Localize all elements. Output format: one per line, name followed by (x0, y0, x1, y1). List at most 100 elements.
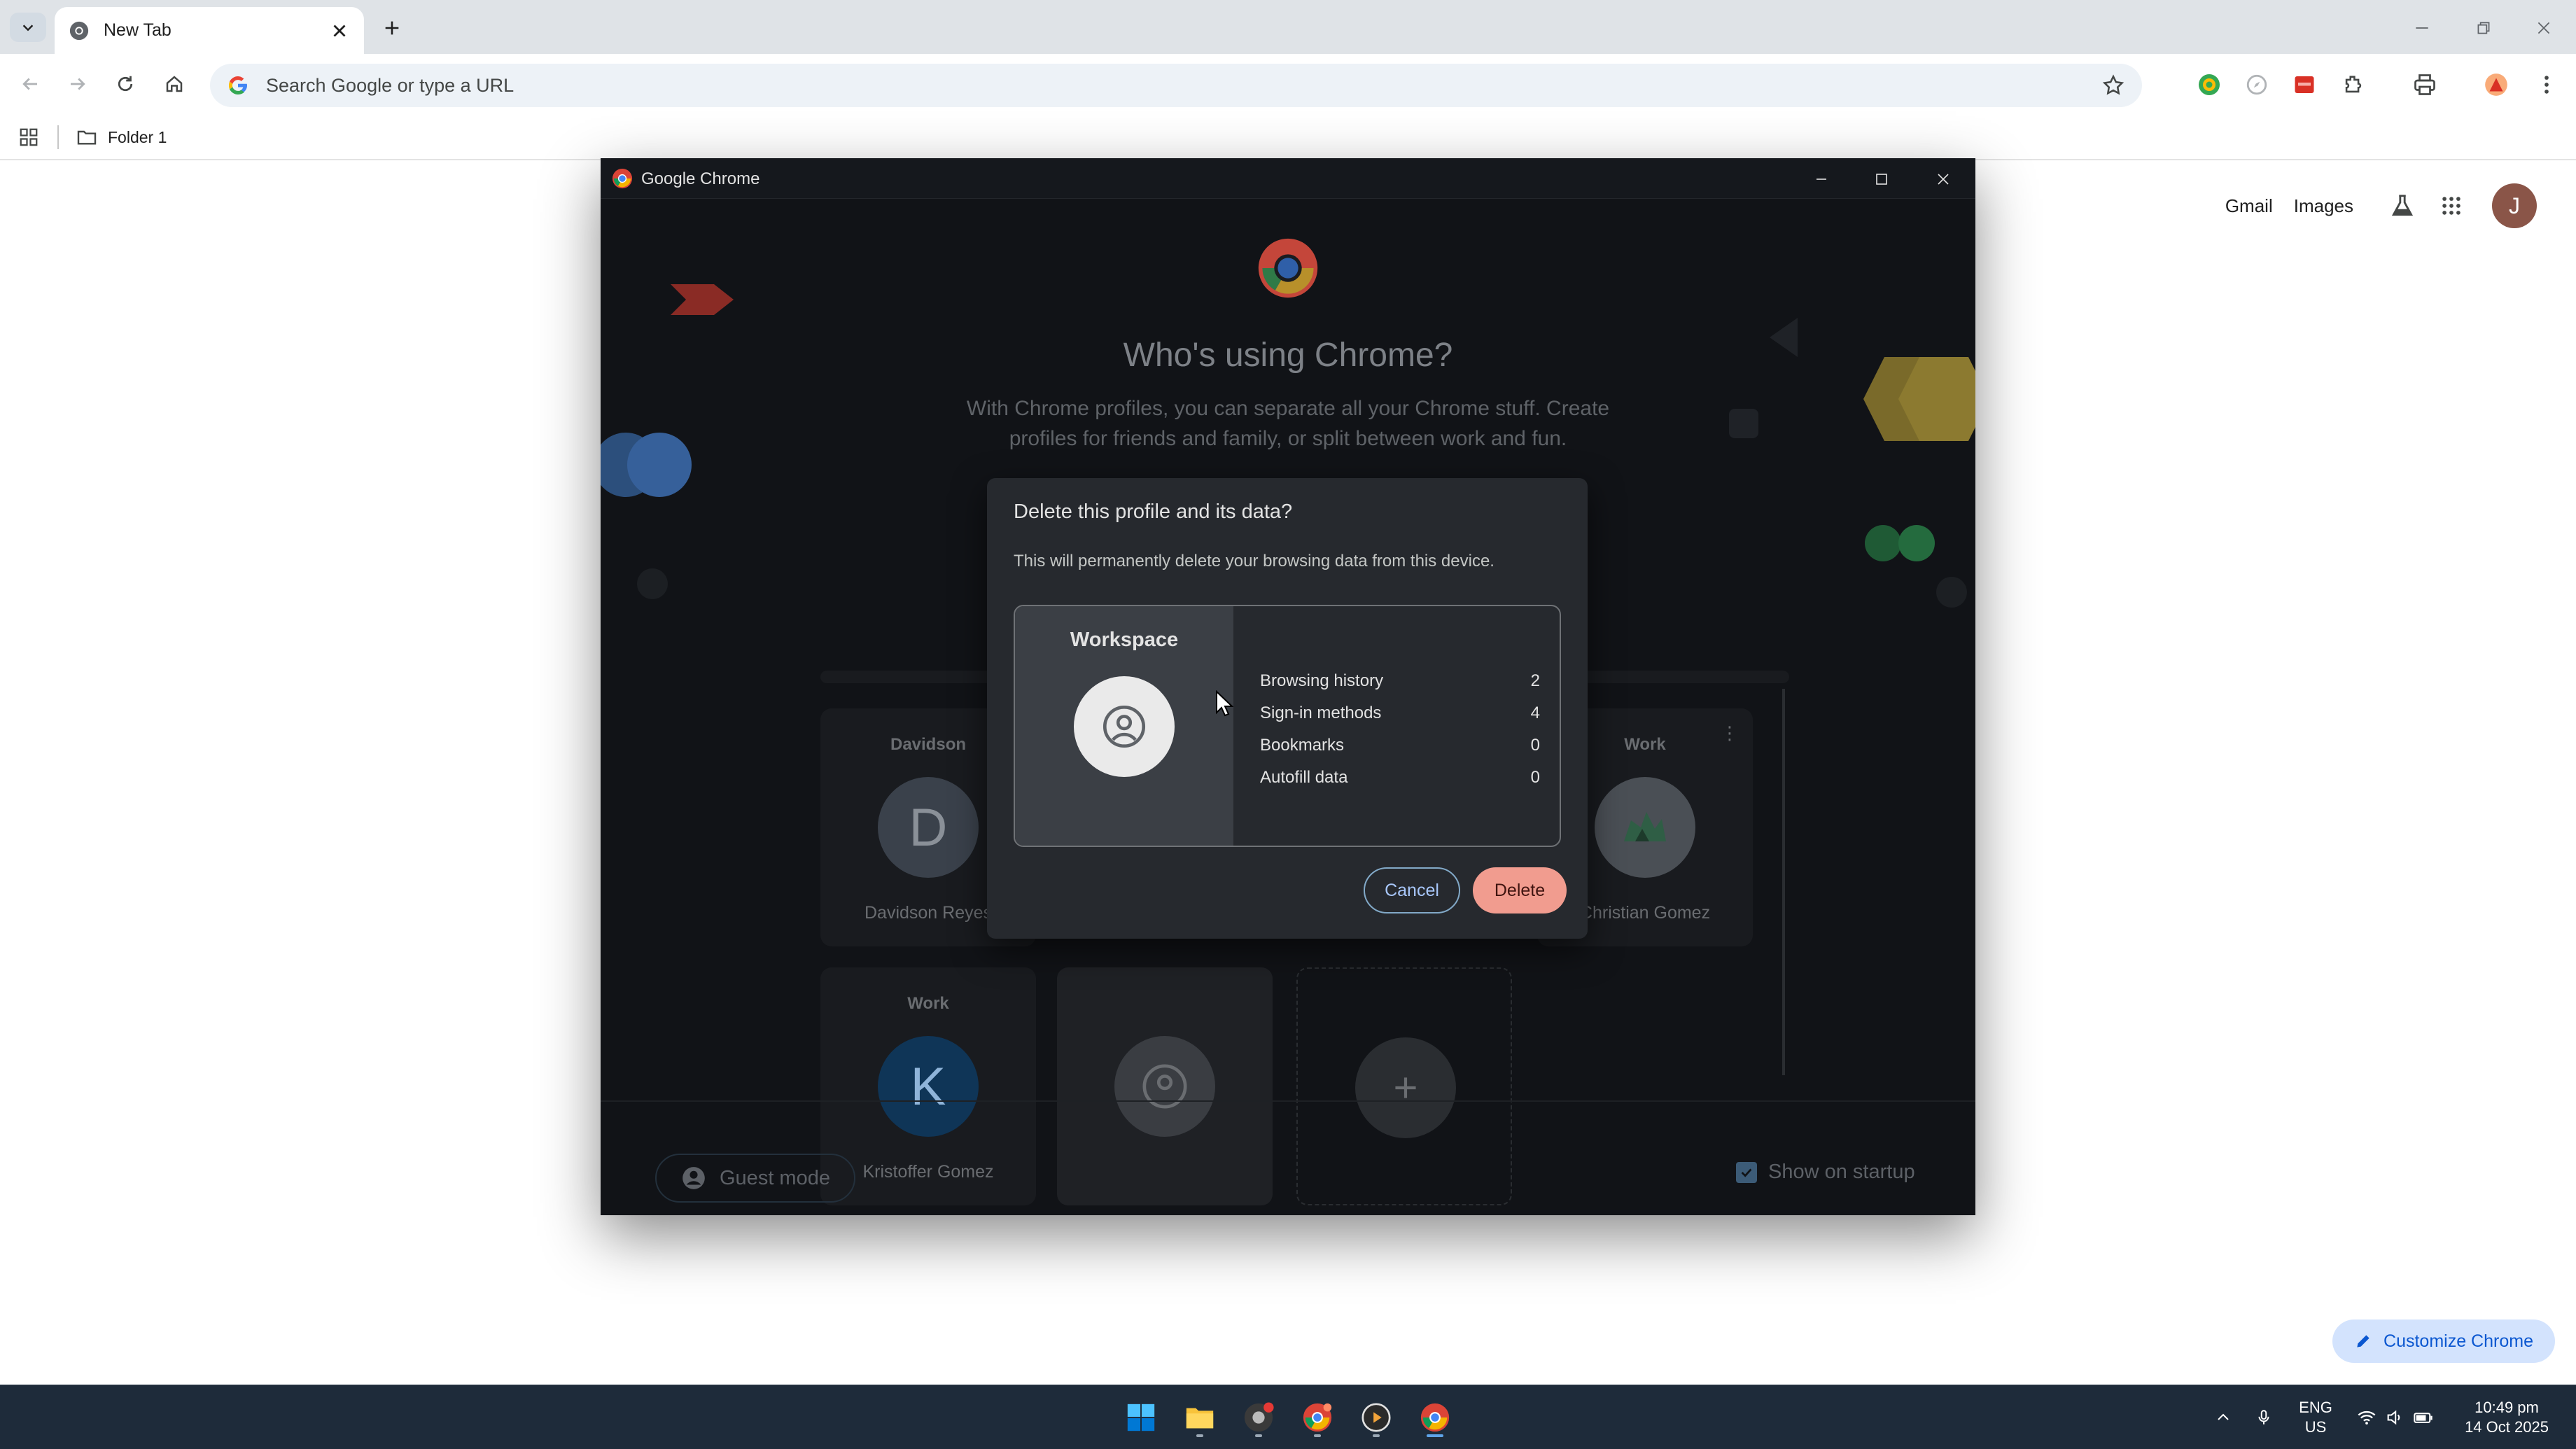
tab-new-tab[interactable]: New Tab (55, 7, 364, 54)
ntp-header-links: Gmail Images J (2225, 183, 2537, 228)
show-hidden-icons-button[interactable] (2209, 1399, 2237, 1436)
profiles-scrollbar[interactable] (1782, 689, 1785, 1075)
chrome-logo-icon (1420, 1403, 1450, 1432)
forward-arrow-icon (71, 78, 85, 90)
images-link[interactable]: Images (2294, 195, 2353, 217)
chrome-favicon-icon (69, 21, 89, 40)
omnibox[interactable] (210, 64, 2142, 107)
labs-button[interactable] (2381, 185, 2423, 227)
minimize-button[interactable] (2408, 14, 2436, 42)
battery-icon (2414, 1413, 2432, 1423)
forward-button[interactable] (62, 68, 94, 100)
running-indicator (1373, 1434, 1380, 1437)
profile-picker-window-title: Google Chrome (641, 169, 760, 188)
avatar-extension-icon (2485, 74, 2507, 96)
back-button[interactable] (14, 68, 46, 100)
guest-mode-label: Guest mode (720, 1166, 830, 1189)
chrome-logo-icon (1258, 238, 1318, 298)
chrome-taskbar-button[interactable] (1413, 1395, 1457, 1440)
profile-picker-titlebar: Google Chrome (601, 158, 1975, 199)
account-circle-icon (682, 1167, 705, 1189)
gmail-link[interactable]: Gmail (2225, 195, 2273, 217)
picker-close-button[interactable] (1931, 167, 1956, 192)
chrome-canary-button[interactable] (1236, 1395, 1281, 1440)
cancel-button[interactable]: Cancel (1364, 867, 1460, 913)
row-value: 2 (1530, 671, 1540, 690)
folder-icon (1186, 1408, 1214, 1429)
bookmark-star-icon[interactable] (2101, 74, 2125, 97)
guest-mode-button[interactable]: Guest mode (655, 1154, 855, 1203)
maximize-icon (1876, 174, 1887, 185)
chrome-menu-button[interactable] (2531, 69, 2562, 100)
running-indicator (1314, 1434, 1321, 1437)
taskbar: ENG US 10:49 pm 14 Oct 2025 (0, 1385, 2576, 1449)
home-button[interactable] (158, 68, 190, 100)
row-value: 0 (1530, 736, 1540, 755)
quick-settings-button[interactable] (2353, 1399, 2437, 1436)
picker-minimize-button[interactable] (1809, 167, 1834, 192)
apps-shortcut-button[interactable] (14, 122, 43, 152)
dialog-subtitle: This will permanently delete your browsi… (1014, 552, 1494, 570)
apps-grid-icon (2442, 197, 2460, 215)
avatar (1114, 1036, 1215, 1137)
close-icon (2538, 22, 2550, 34)
row-label: Autofill data (1260, 768, 1348, 787)
customize-chrome-label: Customize Chrome (2384, 1331, 2533, 1351)
extensions-button[interactable] (2338, 69, 2369, 100)
language-indicator[interactable]: ENG US (2293, 1399, 2338, 1436)
bookmark-folder-label: Folder 1 (108, 127, 167, 146)
green-extension-button[interactable] (2194, 69, 2225, 100)
media-player-button[interactable] (1354, 1395, 1399, 1440)
clock[interactable]: 10:49 pm 14 Oct 2025 (2451, 1399, 2562, 1436)
dot-decoration (637, 568, 668, 599)
compass-extension-button[interactable] (2241, 69, 2272, 100)
home-icon (166, 76, 183, 92)
tab-search-button[interactable] (10, 13, 46, 42)
chevron-up-icon (2218, 1413, 2229, 1420)
start-button[interactable] (1119, 1395, 1163, 1440)
customize-chrome-button[interactable]: Customize Chrome (2332, 1320, 2555, 1363)
omnibox-input[interactable] (266, 74, 2101, 97)
microphone-icon (2258, 1410, 2269, 1424)
close-window-button[interactable] (2530, 14, 2558, 42)
picker-maximize-button[interactable] (1869, 167, 1894, 192)
bookmarks-separator (57, 125, 59, 149)
restore-icon (2477, 22, 2490, 34)
profile-card-label: Work (907, 994, 949, 1013)
chrome-beta-button[interactable] (1295, 1395, 1340, 1440)
google-g-icon (229, 76, 247, 94)
row-value: 4 (1530, 704, 1540, 722)
square-decoration (1729, 409, 1758, 438)
green-pill-decoration (1865, 525, 1935, 561)
restore-button[interactable] (2470, 14, 2498, 42)
person-icon (1102, 705, 1146, 748)
print-button[interactable] (2409, 69, 2440, 100)
pencil-icon (2357, 1335, 2370, 1348)
add-profile-card[interactable] (1296, 967, 1512, 1205)
clock-time: 10:49 pm (2474, 1399, 2539, 1416)
windows-logo-icon (1127, 1404, 1155, 1432)
profile-extension-button[interactable] (2481, 69, 2512, 100)
more-vertical-icon (2544, 76, 2549, 94)
file-explorer-button[interactable] (1177, 1395, 1222, 1440)
show-on-startup-checkbox[interactable] (1736, 1161, 1757, 1183)
close-tab-icon[interactable] (329, 20, 350, 41)
microphone-button[interactable] (2250, 1399, 2278, 1436)
volume-icon (2387, 1410, 2400, 1425)
red-extension-button[interactable] (2289, 69, 2320, 100)
google-apps-button[interactable] (2430, 185, 2472, 227)
show-on-startup-toggle[interactable]: Show on startup (1736, 1161, 1915, 1184)
list-item: Browsing history 2 (1260, 665, 1540, 697)
flask-icon (2391, 195, 2414, 216)
delete-button[interactable]: Delete (1473, 867, 1567, 913)
chevron-down-icon (22, 24, 34, 31)
red-arrow-decoration (671, 284, 734, 315)
profile-data-summary: Workspace Browsing history 2 Sign-in meth… (1014, 605, 1561, 847)
bookmark-folder-1[interactable]: Folder 1 (76, 121, 167, 153)
account-avatar[interactable]: J (2492, 183, 2537, 228)
new-tab-button[interactable] (378, 14, 406, 42)
reload-button[interactable] (109, 68, 141, 100)
plus-icon (385, 21, 399, 35)
green-extension-icon (2199, 74, 2220, 95)
profile-card-workspace[interactable] (1057, 967, 1273, 1205)
